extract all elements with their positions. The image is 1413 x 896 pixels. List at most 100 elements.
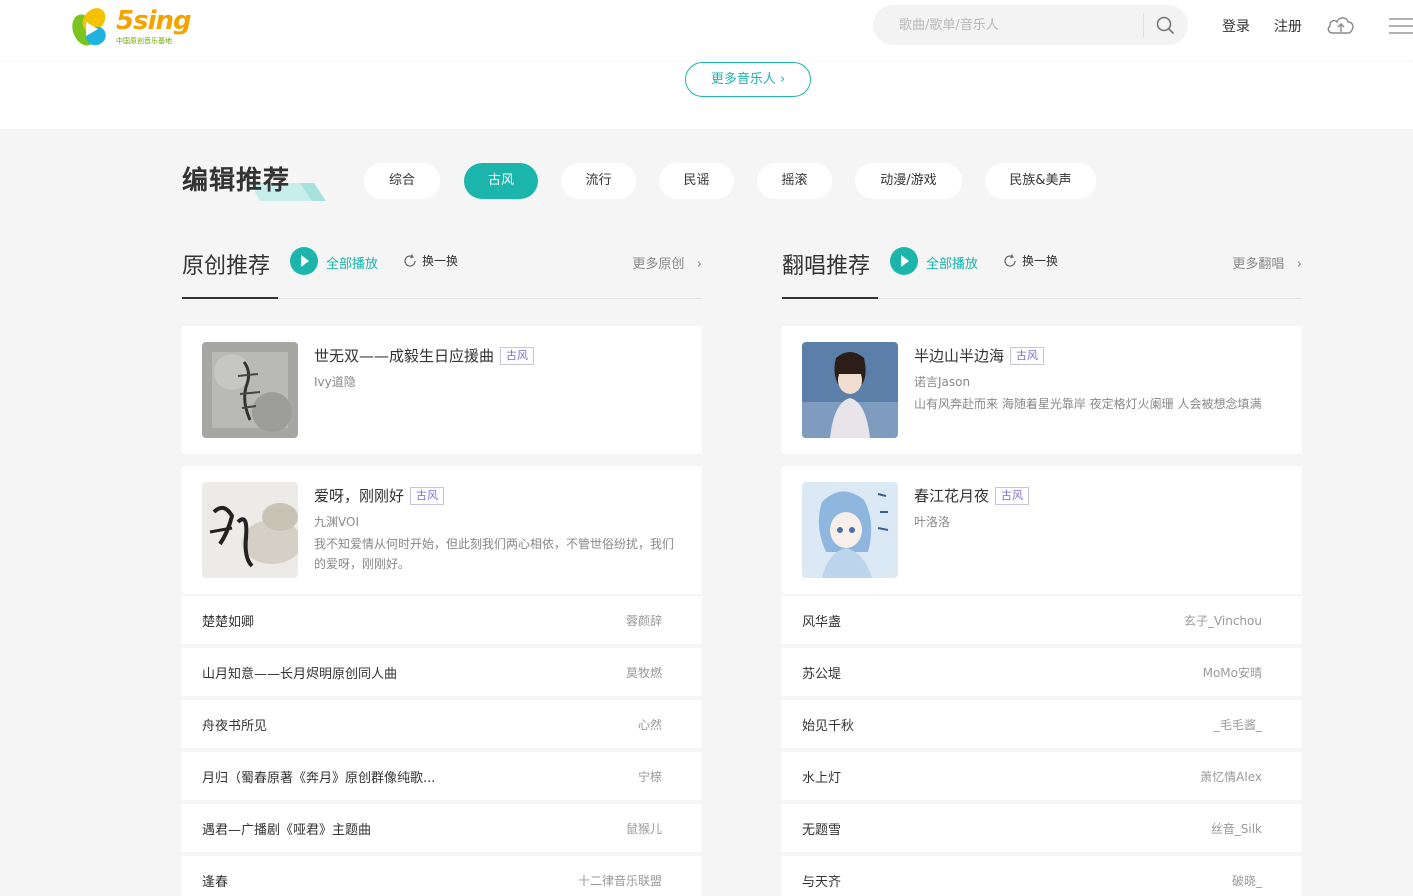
upload-button[interactable] — [1325, 11, 1357, 39]
more-original-label: 更多原创 — [632, 257, 685, 272]
search-button[interactable] — [1151, 11, 1179, 39]
song-artist[interactable]: 九渊VOI — [314, 513, 359, 530]
row-artist[interactable]: 莫牧燃 — [626, 664, 662, 681]
row-artist[interactable]: 玄子_Vinchou — [1184, 612, 1262, 629]
editor-picks-title: 编辑推荐 — [182, 166, 291, 196]
row-song-title[interactable]: 逢春 — [202, 871, 228, 890]
song-row[interactable]: 始见千秋 _毛毛酱_ — [782, 700, 1302, 748]
search-bar — [873, 5, 1188, 45]
chevron-right-icon: › — [779, 72, 786, 87]
row-artist[interactable]: 丝音_Silk — [1211, 820, 1262, 837]
row-song-title[interactable]: 水上灯 — [802, 767, 841, 786]
row-song-title[interactable]: 无题雪 — [802, 819, 841, 838]
row-artist[interactable]: 十二律音乐联盟 — [578, 872, 662, 889]
more-cover-label: 更多翻唱 — [1232, 257, 1285, 272]
site-logo[interactable]: 5sing 中国原创音乐基地 — [70, 4, 200, 48]
song-card: 世无双——成毅生日应援曲 古风 Ivy道隐 — [182, 326, 702, 454]
song-artist[interactable]: Ivy道隐 — [314, 373, 356, 390]
tab-genre-all[interactable]: 综合 — [364, 163, 440, 199]
cover-recommend-panel: 翻唱推荐 全部播放 换一换 更多翻唱 › 半边山半边海 古风 诺言Jason 山… — [782, 240, 1302, 896]
row-song-title[interactable]: 舟夜书所见 — [202, 715, 267, 734]
song-cover-image[interactable] — [802, 342, 898, 438]
search-divider — [1143, 13, 1144, 37]
play-icon — [890, 247, 918, 275]
song-description: 山有风奔赴而来 海随着星光靠岸 夜定格灯火阑珊 人会被想念填满 — [914, 397, 1262, 411]
row-artist[interactable]: 萧忆情Alex — [1200, 768, 1262, 785]
cover-refresh-button[interactable]: 换一换 — [1002, 253, 1058, 273]
tab-genre-pop[interactable]: 流行 — [561, 163, 636, 199]
song-row[interactable]: 无题雪 丝音_Silk — [782, 804, 1302, 852]
refresh-icon — [1004, 254, 1016, 267]
song-row[interactable]: 楚楚如卿 蓉颜辞 — [182, 596, 702, 644]
tab-genre-rock[interactable]: 摇滚 — [757, 163, 832, 199]
chevron-right-icon: › — [1288, 257, 1302, 272]
song-cover-image[interactable] — [202, 482, 298, 578]
song-artist[interactable]: 诺言Jason — [914, 373, 970, 390]
top-header: 5sing 中国原创音乐基地 登录 注册 — [0, 0, 1413, 60]
more-artists-label: 更多音乐人 — [710, 72, 776, 87]
row-artist[interactable]: MoMo安晴 — [1203, 664, 1262, 681]
genre-tag[interactable]: 古风 — [1010, 347, 1045, 365]
song-card: 春江花月夜 古风 叶洛洛 — [782, 466, 1302, 594]
tab-genre-ethnic-bel-canto[interactable]: 民族&美声 — [985, 163, 1096, 199]
menu-icon — [1389, 18, 1413, 34]
tab-genre-ancient[interactable]: 古风 — [464, 163, 538, 199]
title-underline — [182, 297, 278, 299]
tab-genre-anime-game[interactable]: 动漫/游戏 — [855, 163, 962, 199]
row-song-title[interactable]: 风华盏 — [802, 611, 841, 630]
song-title[interactable]: 半边山半边海 古风 — [914, 345, 1045, 366]
song-card: 爱呀，刚刚好 古风 九渊VOI 我不知爱情从何时开始，但此刻我们两心相依，不管世俗… — [182, 466, 702, 594]
more-artists-button[interactable]: 更多音乐人 › — [685, 62, 811, 97]
tab-genre-folk[interactable]: 民谣 — [659, 163, 734, 199]
more-original-link[interactable]: 更多原创 › — [632, 253, 702, 272]
genre-tag[interactable]: 古风 — [995, 487, 1030, 505]
more-cover-link[interactable]: 更多翻唱 › — [1232, 253, 1302, 272]
genre-tag[interactable]: 古风 — [410, 487, 445, 505]
original-panel-title: 原创推荐 — [182, 254, 271, 279]
cover-panel-header: 翻唱推荐 全部播放 换一换 更多翻唱 › — [782, 240, 1302, 299]
song-artist[interactable]: 叶洛洛 — [914, 513, 950, 530]
original-recommend-panel: 原创推荐 全部播放 换一换 更多原创 › 世无双——成毅生日应援曲 古风 Ivy… — [182, 240, 702, 896]
row-artist[interactable]: 宁榇 — [638, 768, 662, 785]
search-icon — [1156, 16, 1174, 34]
song-row[interactable]: 与天齐 破晓_ — [782, 856, 1302, 896]
row-song-title[interactable]: 始见千秋 — [802, 715, 854, 734]
register-link[interactable]: 注册 — [1274, 16, 1302, 36]
row-song-title[interactable]: 与天齐 — [802, 871, 841, 890]
song-row[interactable]: 舟夜书所见 心然 — [182, 700, 702, 748]
song-row[interactable]: 遇君—广播剧《哑君》主题曲 鼠猴儿 — [182, 804, 702, 852]
song-row[interactable]: 苏公堤 MoMo安晴 — [782, 648, 1302, 696]
song-cover-image[interactable] — [202, 342, 298, 438]
song-row[interactable]: 水上灯 萧忆情Alex — [782, 752, 1302, 800]
row-song-title[interactable]: 月归（蜀春原著《奔月》原创群像纯歌... — [202, 767, 435, 786]
song-title[interactable]: 春江花月夜 古风 — [914, 485, 1030, 506]
song-row[interactable]: 月归（蜀春原著《奔月》原创群像纯歌... 宁榇 — [182, 752, 702, 800]
song-row[interactable]: 逢春 十二律音乐联盟 — [182, 856, 702, 896]
song-title[interactable]: 爱呀，刚刚好 古风 — [314, 485, 445, 506]
row-song-title[interactable]: 遇君—广播剧《哑君》主题曲 — [202, 819, 371, 838]
row-song-title[interactable]: 苏公堤 — [802, 663, 841, 682]
song-title[interactable]: 世无双——成毅生日应援曲 古风 — [314, 345, 535, 366]
song-row[interactable]: 山月知意——长月烬明原创同人曲 莫牧燃 — [182, 648, 702, 696]
row-artist[interactable]: 鼠猴儿 — [626, 820, 662, 837]
row-song-title[interactable]: 楚楚如卿 — [202, 611, 254, 630]
genre-tag[interactable]: 古风 — [500, 347, 535, 365]
row-song-title[interactable]: 山月知意——长月烬明原创同人曲 — [202, 663, 397, 682]
original-refresh-button[interactable]: 换一换 — [402, 253, 458, 273]
refresh-icon — [404, 254, 416, 267]
play-all-label: 全部播放 — [326, 257, 379, 272]
song-cover-image[interactable] — [802, 482, 898, 578]
row-artist[interactable]: 心然 — [638, 716, 662, 733]
play-icon — [290, 247, 318, 275]
logo-subtitle: 中国原创音乐基地 — [116, 37, 172, 45]
login-link[interactable]: 登录 — [1222, 16, 1250, 36]
search-input[interactable] — [899, 5, 1139, 45]
menu-button[interactable] — [1387, 15, 1413, 37]
refresh-label: 换一换 — [422, 254, 459, 268]
row-artist[interactable]: 蓉颜辞 — [626, 612, 662, 629]
row-artist[interactable]: _毛毛酱_ — [1214, 716, 1262, 733]
refresh-label: 换一换 — [1022, 254, 1059, 268]
song-row[interactable]: 风华盏 玄子_Vinchou — [782, 596, 1302, 644]
row-artist[interactable]: 破晓_ — [1232, 872, 1262, 889]
logo-text: 5sing — [116, 6, 192, 36]
